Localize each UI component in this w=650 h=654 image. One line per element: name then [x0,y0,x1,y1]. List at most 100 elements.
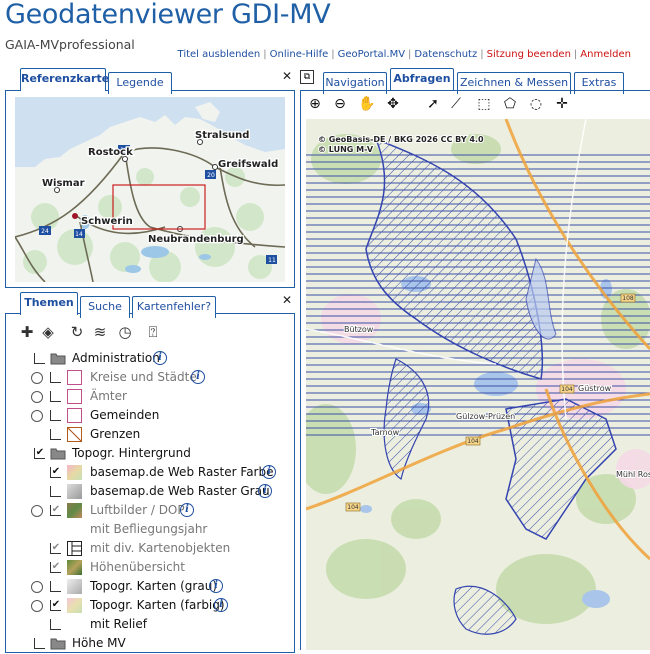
road-label: 104 [561,386,573,393]
collapse-panel-icon[interactable]: ⧉ [300,70,314,84]
list-item: Gemeinden [0,407,280,426]
theme-label[interactable]: Gemeinden [90,408,159,422]
link-anmelden[interactable]: Anmelden [580,49,631,60]
radio-button[interactable] [31,600,43,612]
pan-hand-icon[interactable]: ✋ [357,94,377,114]
link-online-hilfe[interactable]: Online-Hilfe [270,49,329,60]
checkbox[interactable]: ✔ [50,505,61,516]
city-label: Stralsund [195,130,249,141]
checkbox[interactable] [34,638,45,649]
theme-label[interactable]: Topogr. Hintergrund [72,446,191,460]
polygon-swatch-icon [67,389,82,404]
road-label: 104 [347,504,359,511]
polygon-swatch-icon [67,370,82,385]
list-item: mit Relief [0,616,280,635]
point-query-icon[interactable]: ✛ [552,94,572,114]
app-subtitle: GAIA-MVprofessional [5,37,135,52]
info-icon[interactable]: i [262,465,276,479]
theme-label[interactable]: mit Befliegungsjahr [90,522,207,536]
city-label: Neubrandenburg [148,234,244,245]
radio-button[interactable] [31,505,43,517]
theme-label[interactable]: Höhenübersicht [90,560,185,574]
checkbox[interactable] [50,391,61,402]
add-layer-icon[interactable]: ✚ [18,322,36,342]
info-icon[interactable]: i [180,503,194,517]
theme-label[interactable]: mit div. Kartenobjekten [90,541,230,555]
theme-label[interactable]: Administration [72,351,160,365]
radio-button[interactable] [31,581,43,593]
layers-stack-icon[interactable]: ≋ [91,322,109,342]
close-icon[interactable]: ✕ [281,70,293,82]
move-icon[interactable]: ✥ [383,94,403,114]
radio-button[interactable] [31,410,43,422]
close-icon[interactable]: ✕ [281,294,293,306]
theme-label[interactable]: mit Relief [90,617,147,631]
map-attribution: © GeoBasis-DE / BKG 2026 CC BY 4.0 [318,135,484,144]
checkbox[interactable] [50,429,61,440]
theme-label[interactable]: Kreise und Städte [90,370,197,384]
layers-icon[interactable]: ◈ [39,322,57,342]
theme-label[interactable]: basemap.de Web Raster Farbe [90,465,273,479]
polygon-query-icon[interactable]: ⬠ [500,94,520,114]
clock-icon[interactable]: ◷ [116,322,134,342]
road-label: 14 [75,231,83,238]
info-query-icon[interactable]: ➚ [423,94,443,114]
tab-themen[interactable]: Themen [20,292,78,315]
theme-label[interactable]: Ämter [90,389,127,403]
checkbox[interactable] [50,581,61,592]
radio-button[interactable] [31,391,43,403]
zoom-in-icon[interactable]: ⊕ [305,94,325,114]
link-datenschutz[interactable]: Datenschutz [414,49,477,60]
list-item: Administration i [0,350,280,369]
checkbox[interactable] [50,410,61,421]
checkbox[interactable]: ✔ [50,562,61,573]
place-label: Gülzow-Prüzen [456,412,515,421]
info-icon[interactable]: i [191,370,205,384]
info-icon[interactable]: i [209,579,223,593]
link-sitzung-beenden[interactable]: Sitzung beenden [487,49,571,60]
road-label: 104 [467,438,479,445]
checkbox[interactable]: ✔ [50,467,61,478]
theme-label[interactable]: Topogr. Karten (farbig) [90,598,225,612]
reference-map[interactable]: 19 20 24 14 11 Stralsund Rostock Greifsw… [15,97,285,282]
theme-label[interactable]: Luftbilder / DOP [90,503,185,517]
reference-map-graphic: 19 20 24 14 11 Stralsund Rostock Greifsw… [15,97,285,282]
info-icon[interactable]: i [258,484,272,498]
radio-button[interactable] [31,372,43,384]
checkbox[interactable]: ✔ [50,543,61,554]
tab-abfragen[interactable]: Abfragen [390,68,454,91]
list-item: ✔ Luftbilder / DOP i [0,502,280,521]
city-label: Rostock [88,147,133,158]
checkbox[interactable]: ✔ [50,600,61,611]
basemap-color-icon [67,465,82,480]
checkbox[interactable] [50,372,61,383]
checkbox[interactable] [34,353,45,364]
zoom-out-icon[interactable]: ⊖ [330,94,350,114]
circle-query-icon[interactable]: ◌ [526,94,546,114]
road-label: 108 [622,295,634,302]
link-geoportal[interactable]: GeoPortal.MV [338,49,405,60]
help-icon[interactable]: ⍰ [144,322,162,342]
tab-suche[interactable]: Suche [80,296,130,318]
tab-kartenfehler[interactable]: Kartenfehler? [132,296,216,318]
checkbox[interactable]: ✔ [34,448,45,459]
rectangle-query-icon[interactable]: ⬚ [474,94,494,114]
link-titel-ausblenden[interactable]: Titel ausblenden [178,49,261,60]
main-map[interactable]: © GeoBasis-DE / BKG 2026 CC BY 4.0 © LUN… [306,119,650,650]
road-label: 11 [268,257,276,264]
line-query-icon[interactable]: ⟋ [446,94,466,114]
road-label: 20 [207,172,215,179]
list-item: ✔ Topogr. Karten (farbig) i [0,597,280,616]
aerial-photo-icon [67,503,82,518]
theme-label[interactable]: Höhe MV [72,636,126,650]
tab-referenzkarte[interactable]: Referenzkarte [20,68,109,91]
tab-legende[interactable]: Legende [108,72,172,94]
info-icon[interactable]: i [214,598,228,612]
theme-label[interactable]: Topogr. Karten (grau) [90,579,217,593]
info-icon[interactable]: i [153,351,167,365]
theme-label[interactable]: Grenzen [90,427,140,441]
checkbox[interactable] [50,619,61,630]
theme-label[interactable]: basemap.de Web Raster Grau [90,484,270,498]
refresh-icon[interactable]: ↻ [68,322,86,342]
checkbox[interactable] [50,486,61,497]
